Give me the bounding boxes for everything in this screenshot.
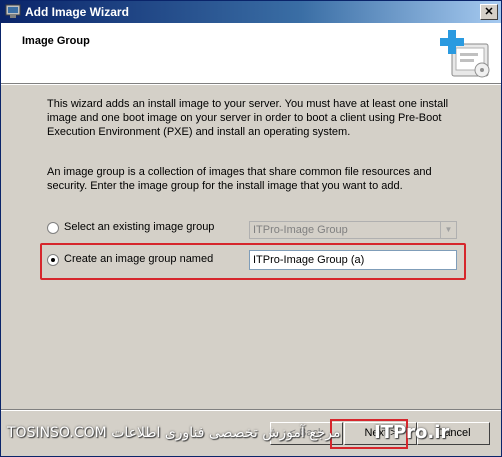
page-title: Image Group (22, 35, 90, 47)
image-group-name-field[interactable] (249, 250, 457, 270)
existing-group-value: ITPro-Image Group (253, 224, 348, 236)
wizard-description: This wizard adds an install image to you… (47, 98, 449, 138)
watermark-brand: ITPro.ir (374, 422, 450, 443)
close-button[interactable]: ✕ (480, 4, 498, 20)
existing-group-label[interactable]: Select an existing image group (64, 221, 214, 233)
watermark-text: TOSINSO.COM مرجع آموزش تخصصی فناوری اطلا… (7, 425, 341, 441)
existing-group-select[interactable]: ITPro-Image Group ▼ (249, 221, 457, 239)
header-divider (1, 84, 501, 85)
existing-group-radio[interactable] (47, 222, 59, 234)
wizard-header: Image Group (1, 23, 501, 84)
window-title: Add Image Wizard (25, 5, 129, 19)
create-group-label[interactable]: Create an image group named (64, 253, 213, 265)
create-group-radio[interactable] (47, 254, 59, 266)
image-group-description: An image group is a collection of images… (47, 166, 432, 192)
add-image-icon (440, 30, 490, 78)
footer-divider-highlight (1, 410, 501, 411)
title-bar[interactable]: Add Image Wizard ✕ (1, 1, 501, 23)
chevron-down-icon[interactable]: ▼ (440, 222, 456, 238)
add-image-wizard-window: Add Image Wizard ✕ Image Group This wiza… (0, 0, 502, 457)
wizard-window-icon (5, 4, 21, 18)
